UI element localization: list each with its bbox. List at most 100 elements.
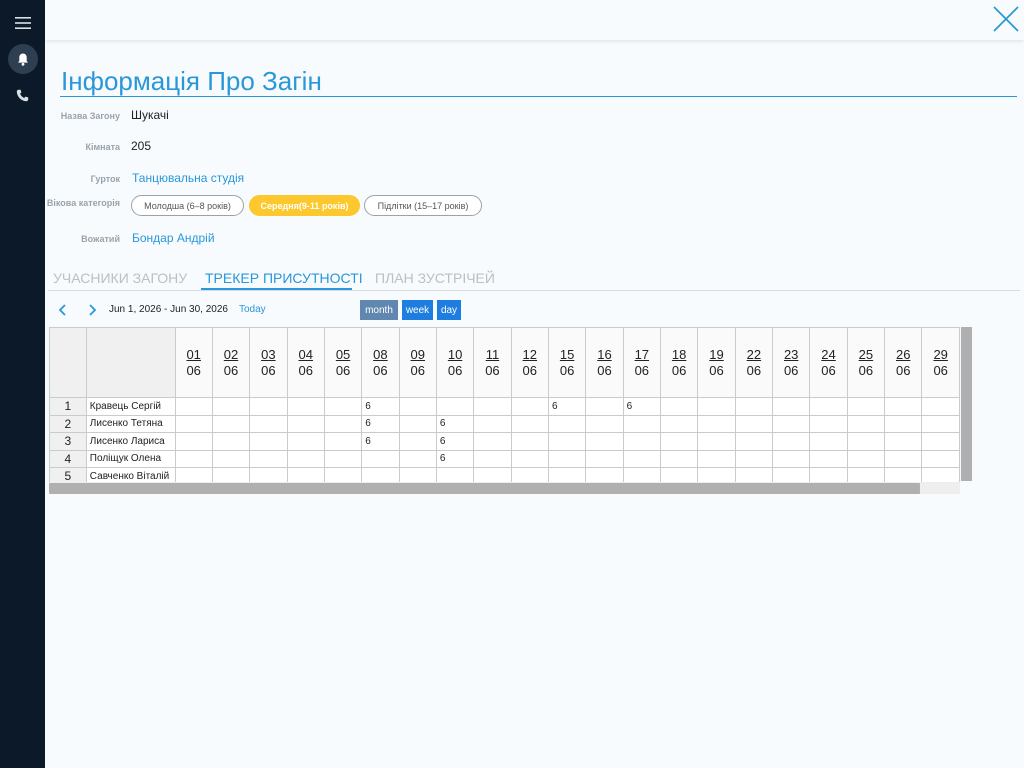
tab-attendance[interactable]: ТРЕКЕР ПРИСУТНОСТІ xyxy=(205,270,363,286)
attendance-cell[interactable] xyxy=(846,432,886,451)
date-column-header[interactable]: 17 06 xyxy=(622,327,661,398)
attendance-cell[interactable] xyxy=(697,449,736,468)
attendance-cell[interactable]: 6 xyxy=(435,414,475,433)
date-column-header[interactable]: 05 06 xyxy=(323,327,363,398)
attendance-cell[interactable] xyxy=(174,449,213,468)
week-view-button[interactable]: week xyxy=(402,300,433,320)
attendance-cell[interactable] xyxy=(659,467,699,482)
attendance-cell[interactable] xyxy=(697,467,736,482)
age-chip-teen[interactable]: Підлітки (15–17 років) xyxy=(364,195,482,216)
date-column-header[interactable]: 25 06 xyxy=(846,327,886,398)
date-column-header[interactable]: 15 06 xyxy=(547,327,587,398)
attendance-cell[interactable] xyxy=(622,449,661,468)
attendance-cell[interactable] xyxy=(473,414,512,433)
attendance-cell[interactable]: 6 xyxy=(361,397,400,416)
date-column-header[interactable]: 11 06 xyxy=(473,327,512,398)
attendance-cell[interactable] xyxy=(809,397,848,416)
attendance-cell[interactable] xyxy=(286,414,325,433)
attendance-cell[interactable] xyxy=(846,414,886,433)
attendance-cell[interactable] xyxy=(323,449,363,468)
attendance-cell[interactable] xyxy=(921,432,960,451)
attendance-cell[interactable] xyxy=(473,467,512,482)
attendance-cell[interactable] xyxy=(398,449,437,468)
attendance-cell[interactable]: 6 xyxy=(547,397,587,416)
attendance-cell[interactable] xyxy=(174,414,213,433)
attendance-cell[interactable] xyxy=(659,397,699,416)
attendance-cell[interactable] xyxy=(323,414,363,433)
attendance-cell[interactable] xyxy=(473,397,512,416)
attendance-cell[interactable] xyxy=(510,397,549,416)
attendance-cell[interactable] xyxy=(361,467,400,482)
date-column-header[interactable]: 09 06 xyxy=(398,327,437,398)
attendance-grid[interactable]: 01 06 02 06 03 06 04 06 05 06 08 06 09 06 10 06 11 06 12 06… xyxy=(49,327,960,482)
date-column-header[interactable]: 04 06 xyxy=(286,327,325,398)
notifications-button[interactable] xyxy=(8,44,38,74)
attendance-cell[interactable] xyxy=(585,397,624,416)
attendance-cell[interactable] xyxy=(547,467,587,482)
attendance-cell[interactable] xyxy=(211,397,251,416)
attendance-cell[interactable] xyxy=(174,397,213,416)
attendance-cell[interactable] xyxy=(659,414,699,433)
attendance-cell[interactable] xyxy=(249,449,288,468)
menu-button[interactable] xyxy=(0,6,45,40)
attendance-cell[interactable] xyxy=(846,467,886,482)
leader-link[interactable]: Бондар Андрій xyxy=(132,231,215,245)
date-column-header[interactable]: 26 06 xyxy=(884,327,923,398)
attendance-cell[interactable] xyxy=(884,432,923,451)
attendance-cell[interactable] xyxy=(809,449,848,468)
attendance-cell[interactable] xyxy=(772,467,811,482)
tab-meetings[interactable]: ПЛАН ЗУСТРІЧЕЙ xyxy=(375,270,495,286)
attendance-cell[interactable] xyxy=(547,414,587,433)
date-column-header[interactable]: 23 06 xyxy=(772,327,811,398)
attendance-cell[interactable] xyxy=(211,449,251,468)
attendance-cell[interactable] xyxy=(772,432,811,451)
phone-button[interactable] xyxy=(0,78,45,112)
close-button[interactable] xyxy=(990,3,1022,35)
date-column-header[interactable]: 18 06 xyxy=(659,327,699,398)
attendance-cell[interactable] xyxy=(286,397,325,416)
attendance-cell[interactable] xyxy=(734,467,774,482)
attendance-cell[interactable] xyxy=(884,467,923,482)
attendance-cell[interactable] xyxy=(772,449,811,468)
prev-button[interactable] xyxy=(55,302,71,318)
attendance-cell[interactable] xyxy=(473,449,512,468)
attendance-cell[interactable] xyxy=(211,467,251,482)
attendance-cell[interactable] xyxy=(398,414,437,433)
attendance-cell[interactable] xyxy=(585,467,624,482)
attendance-cell[interactable] xyxy=(286,449,325,468)
horizontal-scrollbar[interactable] xyxy=(49,483,920,494)
attendance-cell[interactable] xyxy=(585,449,624,468)
attendance-cell[interactable] xyxy=(174,467,213,482)
attendance-cell[interactable] xyxy=(585,432,624,451)
attendance-cell[interactable] xyxy=(547,449,587,468)
today-button[interactable]: Today xyxy=(239,304,266,315)
attendance-cell[interactable]: 6 xyxy=(622,397,661,416)
attendance-cell[interactable] xyxy=(473,432,512,451)
month-view-button[interactable]: month xyxy=(360,300,398,320)
age-chip-middle[interactable]: Середня(9-11 років) xyxy=(249,195,360,216)
attendance-cell[interactable] xyxy=(211,414,251,433)
day-view-button[interactable]: day xyxy=(437,300,461,320)
club-link[interactable]: Танцювальна студія xyxy=(132,171,244,185)
attendance-cell[interactable] xyxy=(697,414,736,433)
attendance-cell[interactable] xyxy=(286,432,325,451)
attendance-cell[interactable] xyxy=(921,414,960,433)
attendance-cell[interactable] xyxy=(846,397,886,416)
attendance-cell[interactable] xyxy=(622,467,661,482)
date-column-header[interactable]: 16 06 xyxy=(585,327,624,398)
attendance-cell[interactable] xyxy=(174,432,213,451)
attendance-cell[interactable] xyxy=(510,432,549,451)
date-column-header[interactable]: 22 06 xyxy=(734,327,774,398)
attendance-cell[interactable] xyxy=(734,449,774,468)
attendance-cell[interactable]: 6 xyxy=(435,449,475,468)
attendance-cell[interactable] xyxy=(435,397,475,416)
attendance-cell[interactable] xyxy=(398,432,437,451)
attendance-cell[interactable] xyxy=(622,432,661,451)
attendance-cell[interactable] xyxy=(659,432,699,451)
attendance-cell[interactable] xyxy=(510,449,549,468)
attendance-cell[interactable] xyxy=(510,467,549,482)
attendance-cell[interactable] xyxy=(809,467,848,482)
attendance-cell[interactable] xyxy=(323,432,363,451)
attendance-cell[interactable] xyxy=(323,467,363,482)
date-column-header[interactable]: 01 06 xyxy=(174,327,213,398)
